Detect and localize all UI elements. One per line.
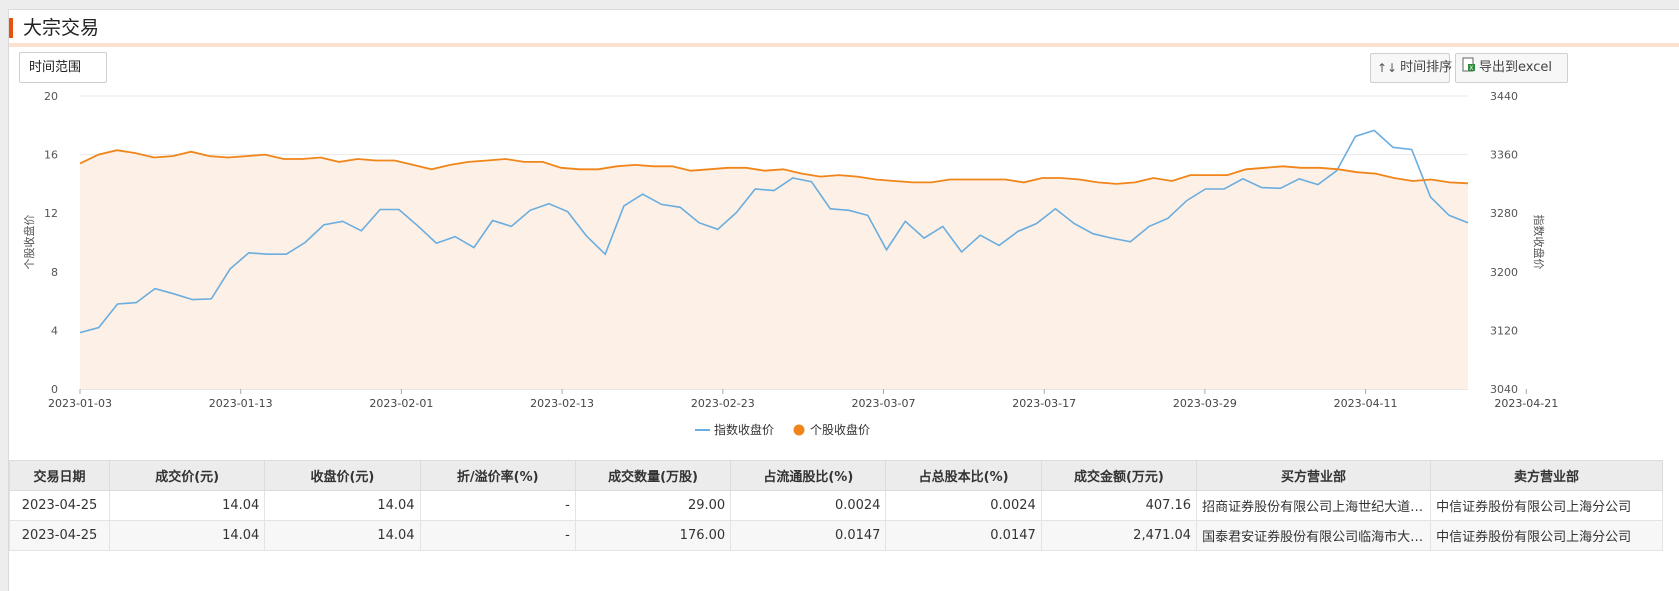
cell-buyer[interactable]: 招商证券股份有限公司上海世纪大道证券营业部 bbox=[1196, 490, 1432, 521]
block-trade-panel: 大宗交易 时间范围 ↑↓ 时间排序 X 导出到excel 20 16 12 8 4 0 34… bbox=[8, 9, 1679, 591]
svg-text:X: X bbox=[1469, 65, 1473, 72]
panel-header: 大宗交易 bbox=[9, 10, 1679, 47]
cell-date: 2023-04-25 bbox=[9, 520, 110, 551]
col-header[interactable]: 卖方营业部 bbox=[1430, 460, 1663, 491]
y-right-tick-label: 3200 bbox=[1490, 266, 1518, 279]
cell-float-ratio: 0.0024 bbox=[730, 490, 887, 521]
time-sort-button[interactable]: ↑↓ 时间排序 bbox=[1370, 53, 1453, 83]
x-tick-label: 2023-01-13 bbox=[209, 397, 273, 410]
y-right-tick-label: 3360 bbox=[1490, 149, 1518, 162]
y-left-tick-label: 8 bbox=[51, 266, 58, 279]
col-header[interactable]: 折/溢价率(%) bbox=[419, 460, 576, 491]
cell-premium-rate: - bbox=[419, 520, 576, 551]
cell-date: 2023-04-25 bbox=[9, 490, 110, 521]
cell-close-price: 14.04 bbox=[264, 520, 421, 551]
col-header[interactable]: 成交金额(万元) bbox=[1040, 460, 1198, 491]
col-header[interactable]: 占流通股比(%) bbox=[730, 460, 887, 491]
cell-deal-price: 14.04 bbox=[108, 520, 266, 551]
price-chart: 201612840344033603280320031203040个股收盘价 指数… bbox=[22, 90, 1558, 437]
block-trade-table-container: 交易日期 成交价(元) 收盘价(元) 折/溢价率(%) 成交数量(万股) 占流通… bbox=[9, 460, 1663, 551]
x-tick-label: 2023-02-01 bbox=[369, 397, 433, 410]
y-right-axis-title: 指数收盘价 bbox=[1532, 215, 1546, 270]
cell-volume: 29.00 bbox=[574, 490, 732, 521]
x-tick-label: 2023-03-07 bbox=[852, 397, 916, 410]
time-range-button[interactable]: 时间范围 bbox=[19, 52, 107, 83]
time-sort-label: 时间排序 bbox=[1400, 60, 1453, 75]
cell-premium-rate: - bbox=[419, 490, 576, 521]
x-tick-label: 2023-04-21 bbox=[1494, 397, 1558, 410]
x-tick-label: 2023-02-23 bbox=[691, 397, 755, 410]
cell-close-price: 14.04 bbox=[264, 490, 421, 521]
x-tick-label: 2023-04-11 bbox=[1334, 397, 1398, 410]
y-left-tick-label: 4 bbox=[51, 324, 58, 337]
y-right-tick-label: 3040 bbox=[1490, 383, 1518, 396]
col-header[interactable]: 占总股本比(%) bbox=[885, 460, 1042, 491]
y-right-tick-label: 3280 bbox=[1490, 207, 1518, 220]
cell-deal-price: 14.04 bbox=[108, 490, 266, 521]
cell-float-ratio: 0.0147 bbox=[730, 520, 887, 551]
header-accent-bar bbox=[9, 18, 13, 38]
col-header[interactable]: 买方营业部 bbox=[1196, 460, 1432, 491]
table-header-row: 交易日期 成交价(元) 收盘价(元) 折/溢价率(%) 成交数量(万股) 占流通… bbox=[9, 460, 1663, 491]
col-header[interactable]: 成交数量(万股) bbox=[574, 460, 732, 491]
legend-stock-label: 个股收盘价 bbox=[810, 422, 870, 437]
x-tick-label: 2023-02-13 bbox=[530, 397, 594, 410]
table-row[interactable]: 2023-04-25 14.04 14.04 - 176.00 0.0147 0… bbox=[9, 520, 1663, 551]
cell-total-ratio: 0.0147 bbox=[885, 520, 1042, 551]
legend-index-label: 指数收盘价 bbox=[714, 422, 774, 437]
y-left-tick-label: 12 bbox=[44, 207, 58, 220]
y-left-tick-label: 16 bbox=[44, 149, 58, 162]
cell-volume: 176.00 bbox=[574, 520, 732, 551]
y-right-tick-label: 3440 bbox=[1490, 90, 1518, 103]
page-title: 大宗交易 bbox=[23, 17, 100, 39]
cell-seller[interactable]: 中信证券股份有限公司上海分公司 bbox=[1430, 520, 1663, 551]
export-excel-button[interactable]: X 导出到excel bbox=[1455, 53, 1568, 83]
col-header[interactable]: 收盘价(元) bbox=[264, 460, 421, 491]
cell-buyer[interactable]: 国泰君安证券股份有限公司临海市大洋证券营业部 bbox=[1196, 520, 1432, 551]
sort-up-down-icon: ↑↓ bbox=[1377, 61, 1398, 75]
cell-amount: 2,471.04 bbox=[1040, 520, 1198, 551]
cell-seller[interactable]: 中信证券股份有限公司上海分公司 bbox=[1430, 490, 1663, 521]
x-tick-label: 2023-01-03 bbox=[48, 397, 112, 410]
col-header[interactable]: 交易日期 bbox=[9, 460, 110, 491]
y-right-tick-label: 3120 bbox=[1490, 324, 1518, 337]
x-tick-label: 2023-03-17 bbox=[1012, 397, 1076, 410]
cell-amount: 407.16 bbox=[1040, 490, 1198, 521]
col-header[interactable]: 成交价(元) bbox=[108, 460, 266, 491]
y-left-tick-label: 0 bbox=[51, 383, 58, 396]
export-excel-label: 导出到excel bbox=[1479, 60, 1552, 75]
table-row[interactable]: 2023-04-25 14.04 14.04 - 29.00 0.0024 0.… bbox=[9, 490, 1663, 521]
x-tick-label: 2023-03-29 bbox=[1173, 397, 1237, 410]
cell-total-ratio: 0.0024 bbox=[885, 490, 1042, 521]
excel-export-icon: X bbox=[1462, 54, 1476, 82]
block-trade-table: 交易日期 成交价(元) 收盘价(元) 折/溢价率(%) 成交数量(万股) 占流通… bbox=[9, 460, 1663, 551]
y-left-axis-title: 个股收盘价 bbox=[22, 215, 36, 270]
y-left-tick-label: 20 bbox=[44, 90, 58, 103]
legend-stock-marker bbox=[793, 424, 805, 436]
